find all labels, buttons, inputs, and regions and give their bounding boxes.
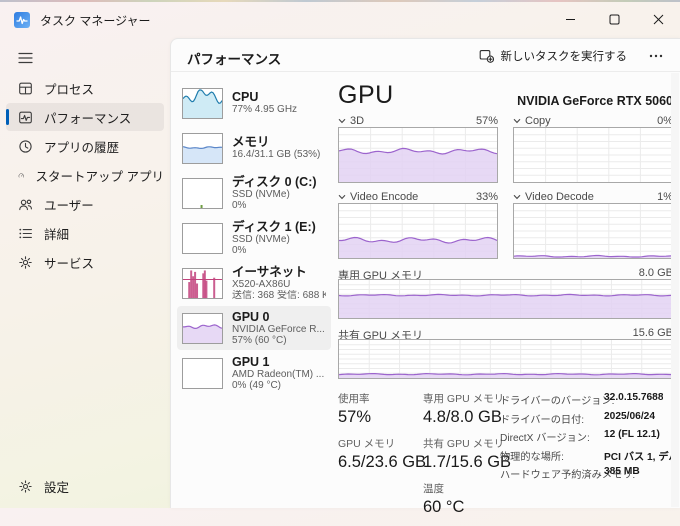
header-divider bbox=[171, 71, 680, 72]
chevron-down-icon bbox=[513, 118, 521, 124]
details-icon bbox=[18, 226, 33, 241]
stat-shared-memory: 共有 GPU メモリ 1.7/15.6 GB bbox=[423, 436, 500, 472]
sidebar-item-settings[interactable]: 設定 bbox=[6, 472, 164, 500]
maximize-button[interactable] bbox=[592, 2, 636, 36]
engine-chart-video-decode bbox=[513, 203, 673, 259]
perf-item-disk0[interactable]: ディスク 0 (C:) SSD (NVMe) 0% bbox=[177, 171, 331, 215]
users-icon bbox=[18, 197, 33, 212]
close-button[interactable] bbox=[636, 2, 680, 36]
history-icon bbox=[18, 139, 33, 154]
detail-row: 物理的な場所: PCI バス 1, デバ... bbox=[500, 448, 673, 463]
stat-gpu-memory: GPU メモリ 6.5/23.6 GB bbox=[338, 436, 423, 472]
gpu1-mini-chart bbox=[182, 358, 223, 389]
sidebar-item-app-history[interactable]: アプリの履歴 bbox=[6, 132, 164, 160]
ellipsis-icon bbox=[649, 54, 663, 58]
task-manager-app-icon bbox=[14, 12, 30, 28]
engine-chart-video-encode bbox=[338, 203, 498, 259]
minimize-button[interactable] bbox=[548, 2, 592, 36]
sidebar: プロセス パフォーマンス アプリの履歴 スタートアップ アプリ ユーザー 詳細 … bbox=[6, 74, 164, 277]
page-title: パフォーマンス bbox=[187, 48, 281, 68]
engine-percent: 33% bbox=[476, 191, 498, 203]
main-panel: パフォーマンス 新しいタスクを実行する CPU 77% 4.95 GHz メモリ… bbox=[170, 38, 680, 508]
sidebar-item-startup-apps[interactable]: スタートアップ アプリ bbox=[6, 161, 164, 189]
gear-icon bbox=[18, 479, 33, 494]
engine-percent: 57% bbox=[476, 115, 498, 127]
sidebar-item-label: アプリの履歴 bbox=[44, 137, 119, 156]
sidebar-item-services[interactable]: サービス bbox=[6, 248, 164, 276]
disk1-mini-chart bbox=[182, 223, 223, 254]
gpu-device-name: NVIDIA GeForce RTX 5060 bbox=[517, 94, 673, 108]
engine-chart-copy bbox=[513, 127, 673, 183]
perf-item-disk1[interactable]: ディスク 1 (E:) SSD (NVMe) 0% bbox=[177, 216, 331, 260]
services-icon bbox=[18, 255, 33, 270]
chevron-down-icon bbox=[513, 194, 521, 200]
gpu0-mini-chart bbox=[182, 313, 223, 344]
ethernet-mini-chart bbox=[182, 268, 223, 299]
detail-row: ドライバーのバージョン: 32.0.15.7688 bbox=[500, 392, 673, 407]
engine-header-copy[interactable]: Copy 0% bbox=[513, 115, 673, 127]
sidebar-item-performance[interactable]: パフォーマンス bbox=[6, 103, 164, 131]
more-options-button[interactable] bbox=[642, 43, 670, 68]
titlebar: タスク マネージャー bbox=[0, 2, 680, 38]
sidebar-item-details[interactable]: 詳細 bbox=[6, 219, 164, 247]
stat-temperature: 温度 60 °C bbox=[423, 481, 500, 517]
sidebar-item-label: スタートアップ アプリ bbox=[36, 166, 164, 185]
engine-header-3d[interactable]: 3D 57% bbox=[338, 115, 498, 127]
gpu-driver-details: ドライバーのバージョン: 32.0.15.7688 ドライバーの日付: 2025… bbox=[500, 391, 673, 526]
perf-item-memory[interactable]: メモリ 16.4/31.1 GB (53%) bbox=[177, 126, 331, 170]
engine-header-video-decode[interactable]: Video Decode 1% bbox=[513, 191, 673, 203]
gpu-title: GPU bbox=[338, 81, 394, 110]
dedicated-memory-chart bbox=[338, 279, 673, 319]
sidebar-item-label: ユーザー bbox=[44, 195, 94, 214]
detail-row: DirectX バージョン: 12 (FL 12.1) bbox=[500, 429, 673, 444]
engine-chart-3d bbox=[338, 127, 498, 183]
performance-icon bbox=[18, 110, 33, 125]
startup-icon bbox=[18, 168, 25, 183]
sidebar-item-label: パフォーマンス bbox=[44, 108, 131, 127]
settings-label: 設定 bbox=[44, 477, 69, 496]
stat-dedicated-memory: 専用 GPU メモリ 4.8/8.0 GB bbox=[423, 391, 500, 427]
memory-mini-chart bbox=[182, 133, 223, 164]
chevron-down-icon bbox=[338, 118, 346, 124]
perf-item-gpu0[interactable]: GPU 0 NVIDIA GeForce R... 57% (60 °C) bbox=[177, 306, 331, 350]
gpu-detail-panel: GPU NVIDIA GeForce RTX 5060 3D 57% Copy … bbox=[338, 79, 673, 503]
navigation-menu-button[interactable] bbox=[8, 44, 42, 72]
sidebar-item-label: 詳細 bbox=[44, 224, 69, 243]
perf-item-cpu[interactable]: CPU 77% 4.95 GHz bbox=[177, 81, 331, 125]
chevron-down-icon bbox=[338, 194, 346, 200]
sidebar-item-users[interactable]: ユーザー bbox=[6, 190, 164, 218]
window-title: タスク マネージャー bbox=[40, 12, 151, 29]
perf-item-gpu1[interactable]: GPU 1 AMD Radeon(TM) ... 0% (49 °C) bbox=[177, 351, 331, 395]
engine-header-video-encode[interactable]: Video Encode 33% bbox=[338, 191, 498, 203]
sidebar-item-processes[interactable]: プロセス bbox=[6, 74, 164, 102]
processes-icon bbox=[18, 81, 33, 96]
detail-row: ハードウェア予約済みメモリ: 385 MB bbox=[500, 466, 673, 481]
run-new-task-label: 新しいタスクを実行する bbox=[501, 48, 628, 64]
perf-item-ethernet[interactable]: イーサネット X520-AX86U 送信: 368 受信: 688 Kbp bbox=[177, 261, 331, 305]
disk0-mini-chart bbox=[182, 178, 223, 209]
vertical-scrollbar[interactable] bbox=[671, 73, 679, 507]
run-new-task-button[interactable]: 新しいタスクを実行する bbox=[470, 43, 637, 68]
sidebar-item-label: サービス bbox=[44, 253, 94, 272]
performance-list: CPU 77% 4.95 GHz メモリ 16.4/31.1 GB (53%) … bbox=[177, 81, 331, 396]
stat-utilization: 使用率 57% bbox=[338, 391, 423, 427]
sidebar-item-label: プロセス bbox=[44, 79, 94, 98]
detail-row: ドライバーの日付: 2025/06/24 bbox=[500, 411, 673, 426]
gpu-stats: 使用率 57% GPU メモリ 6.5/23.6 GB 専用 GPU メモリ 4… bbox=[338, 391, 673, 526]
cpu-mini-chart bbox=[182, 88, 223, 119]
hamburger-icon bbox=[18, 52, 33, 64]
new-task-icon bbox=[479, 48, 494, 63]
shared-memory-chart bbox=[338, 339, 673, 379]
